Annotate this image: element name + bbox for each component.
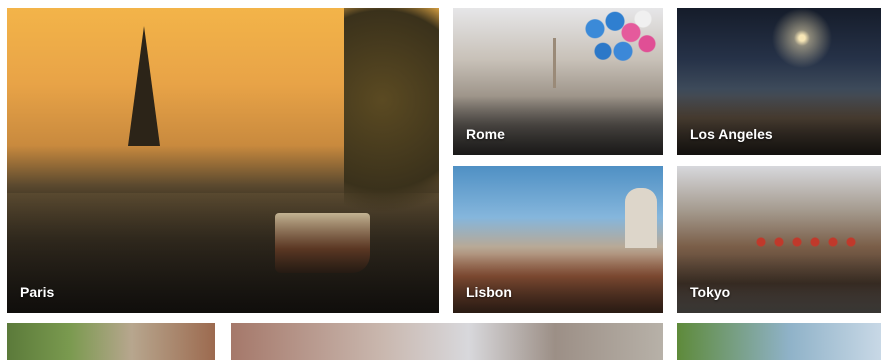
partial-photo-3 bbox=[677, 323, 881, 360]
destination-card-partial-2[interactable] bbox=[231, 323, 663, 360]
destination-card-los-angeles[interactable]: Los Angeles bbox=[677, 8, 881, 155]
label-shade bbox=[7, 191, 439, 313]
lanterns-image bbox=[749, 236, 869, 248]
destination-card-lisbon[interactable]: Lisbon bbox=[453, 166, 663, 313]
partial-photo-2 bbox=[231, 323, 663, 360]
destination-label: Rome bbox=[466, 126, 505, 142]
destination-card-paris[interactable]: Paris bbox=[7, 8, 439, 313]
destination-label: Lisbon bbox=[466, 284, 512, 300]
destination-card-partial-3[interactable] bbox=[677, 323, 881, 360]
destination-label: Paris bbox=[20, 284, 55, 300]
tower-image bbox=[625, 188, 657, 248]
destination-card-tokyo[interactable]: Tokyo bbox=[677, 166, 881, 313]
destination-label: Los Angeles bbox=[690, 126, 773, 142]
destination-card-rome[interactable]: Rome bbox=[453, 8, 663, 155]
firework-image bbox=[772, 8, 832, 68]
balloons-image bbox=[579, 10, 659, 85]
obelisk-image bbox=[553, 38, 556, 88]
destination-card-partial-1[interactable] bbox=[7, 323, 215, 360]
destination-label: Tokyo bbox=[690, 284, 731, 300]
eiffel-tower-image bbox=[128, 26, 160, 146]
partial-photo-1 bbox=[7, 323, 215, 360]
